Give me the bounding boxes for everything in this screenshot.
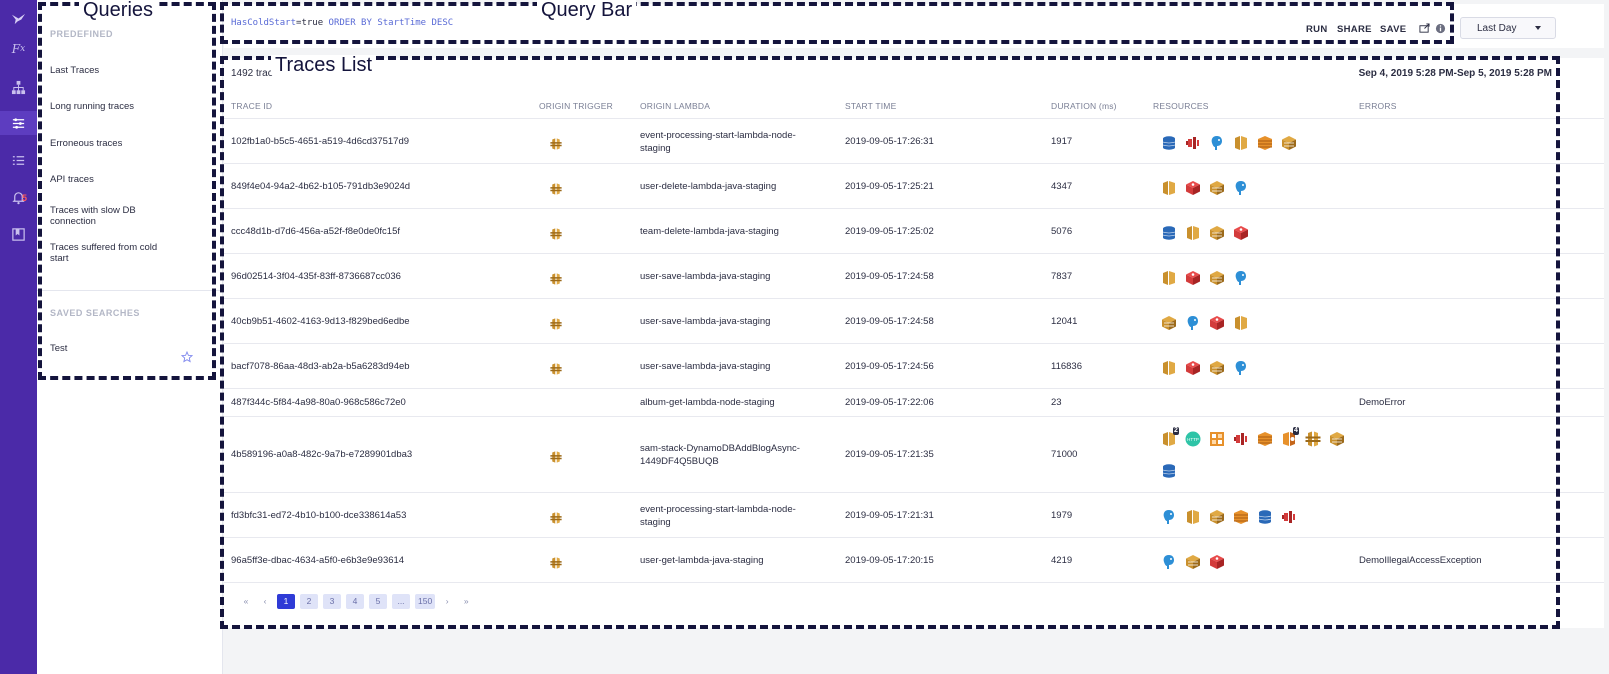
functions-icon[interactable]: Fx [0,37,37,61]
querybar-overlay-box [220,2,1454,44]
queries-overlay-label: Queries [79,0,158,20]
architecture-icon[interactable] [0,75,37,99]
filters-icon[interactable] [0,111,37,135]
time-range-select[interactable]: Last Day [1460,17,1556,39]
list-icon[interactable] [0,148,37,172]
querybar-overlay-label: Query Bar [537,0,637,20]
book-icon[interactable] [0,222,37,246]
queries-overlay-box [38,2,216,380]
traces-overlay-box [220,56,1560,629]
time-range-value: Last Day [1477,22,1517,34]
logo-bird-icon[interactable] [0,6,37,30]
main-nav: Fx 5 [0,0,37,674]
chevron-down-icon [1535,26,1541,30]
bell-icon[interactable]: 5 [0,185,37,209]
alert-count-badge: 5 [22,193,28,203]
traces-overlay-label: Traces List [271,55,377,75]
